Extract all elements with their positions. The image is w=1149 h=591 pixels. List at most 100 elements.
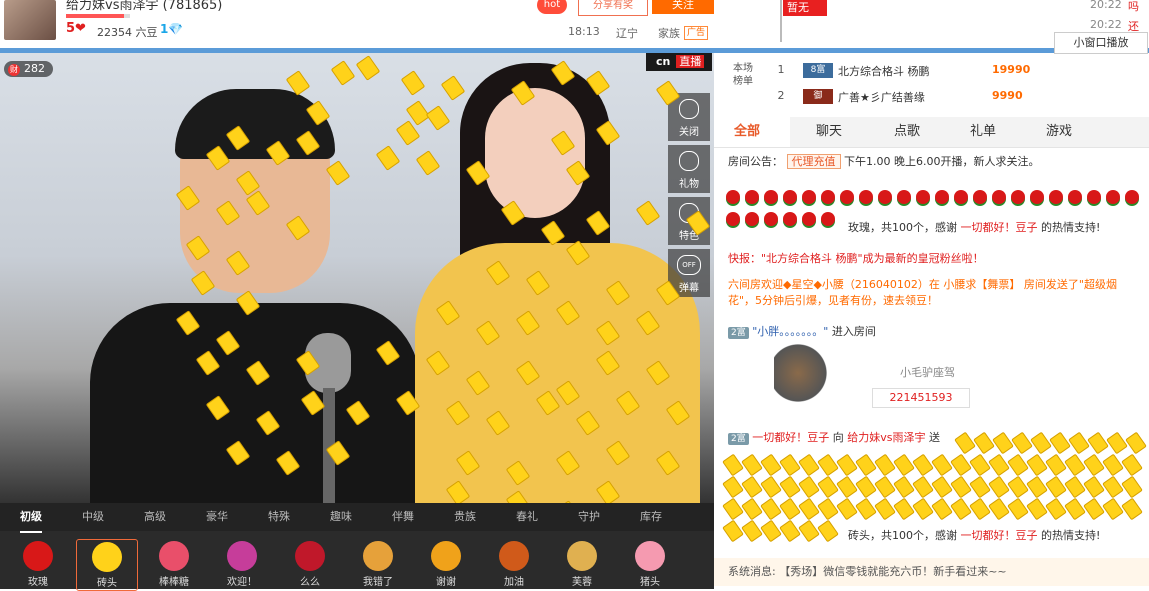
viewer-count: 财 282 [4, 61, 53, 77]
mount-name: 小毛驴座驾 [900, 366, 955, 379]
rose-icon [745, 190, 759, 204]
gift-tab[interactable]: 中级 [82, 503, 104, 531]
gift-tab[interactable]: 豪华 [206, 503, 228, 531]
gift-item[interactable]: 猪头 [620, 539, 680, 589]
tab-chat[interactable]: 聊天 [816, 117, 842, 147]
tab-gift-list[interactable]: 礼单 [970, 117, 996, 147]
message-time: 20:22 [1090, 18, 1122, 31]
gift-bar: 初级 中级 高级 豪华 特殊 趣味 伴舞 贵族 春礼 守护 库存 玫瑰 砖头 棒棒糖 欢迎！ 么么 我错了 谢谢… [0, 503, 714, 591]
gift-tab[interactable]: 伴舞 [392, 503, 414, 531]
brick-icon [1083, 453, 1105, 477]
rank-row[interactable]: 1 8富 北方综合格斗 杨鹏 19990 [770, 61, 1130, 83]
top-bar: 给力妹vs雨泽宇 (781865) 5❤ 22354 六豆 1💎 hot 分享有… [0, 0, 1149, 49]
gift-item[interactable]: 我错了 [348, 539, 408, 589]
mini-window-button[interactable]: 小窗口播放 [1054, 32, 1148, 54]
gift-tab[interactable]: 高级 [144, 503, 166, 531]
brick-icon [1026, 453, 1048, 477]
brick-icon [1064, 475, 1086, 499]
gift-item[interactable]: 欢迎！ [212, 539, 272, 589]
chat-list: 房间公告： 代理充值 下午1.00 晚上6.00开播，新人求关注。 玫瑰，共10… [714, 148, 1149, 589]
gift-tab[interactable]: 贵族 [454, 503, 476, 531]
gift-icon [159, 541, 189, 571]
tab-games[interactable]: 游戏 [1046, 117, 1072, 147]
brick-icon [779, 453, 801, 477]
gift-tab[interactable]: 春礼 [516, 503, 538, 531]
video-player[interactable]: 财 282 cn 直播 关闭 礼物 特色 OFF 弹幕 [0, 53, 714, 503]
gift-label: 芙蓉 [572, 577, 592, 588]
gift-label: 欢迎！ [227, 577, 257, 588]
brick-icon [1064, 497, 1086, 521]
gift-tab[interactable]: 库存 [640, 503, 662, 531]
brick-icon [798, 519, 820, 543]
brick-icon [855, 497, 877, 521]
brick-icon [1045, 497, 1067, 521]
brick-icon [741, 497, 763, 521]
brick-icon [798, 453, 820, 477]
gift-tab[interactable]: 特殊 [268, 503, 290, 531]
gift-icon [295, 541, 325, 571]
video-side-tools: 关闭 礼物 特色 OFF 弹幕 [668, 93, 710, 301]
rose-icon [840, 190, 854, 204]
brick-icon [779, 497, 801, 521]
brick-icon [931, 497, 953, 521]
family-link[interactable]: 家族 [658, 25, 680, 41]
brick-icon [741, 519, 763, 543]
tab-all[interactable]: 全部 [714, 117, 790, 147]
rose-icon [859, 190, 873, 204]
brick-icon [874, 497, 896, 521]
rose-icon [916, 190, 930, 204]
tab-song[interactable]: 点歌 [894, 117, 920, 147]
gift-item[interactable]: 么么 [280, 539, 340, 589]
live-logo: cn 直播 [646, 53, 712, 71]
brick-icon [969, 453, 991, 477]
gift-label: 玫瑰 [28, 577, 48, 588]
right-panel: 小窗口播放 本场榜单 1 8富 北方综合格斗 杨鹏 19990 2 御 广善★彡… [714, 32, 1149, 589]
brick-icon [954, 431, 976, 455]
brick-icon [855, 475, 877, 499]
gift-item[interactable]: 砖头 [76, 539, 138, 591]
rank-user[interactable]: 广善★彡广结善缘 [838, 89, 925, 105]
brick-icon [817, 497, 839, 521]
rank-label[interactable]: 本场榜单 [730, 62, 756, 88]
gift-item[interactable]: 加油 [484, 539, 544, 589]
rank-user[interactable]: 北方综合格斗 杨鹏 [838, 63, 930, 79]
gift-label: 加油 [504, 577, 524, 588]
brick-icon [760, 497, 782, 521]
live-time: 18:13 [568, 25, 600, 38]
rose-icon [764, 212, 778, 226]
location: 辽宁 [616, 27, 638, 40]
follow-button[interactable]: 关注 [652, 0, 714, 14]
brick-icon [779, 519, 801, 543]
gift-item[interactable]: 玫瑰 [8, 539, 68, 589]
gift-label: 谢谢 [436, 577, 456, 588]
ad-badge[interactable]: 广告 [684, 26, 709, 40]
rose-icon [973, 190, 987, 204]
gift-item[interactable]: 棒棒糖 [144, 539, 204, 589]
level-progress-bar [66, 14, 130, 18]
rank-badge: 御 [803, 89, 833, 104]
rose-icon [802, 212, 816, 226]
host-avatar[interactable] [4, 0, 56, 40]
brick-gift-icon [330, 60, 356, 86]
gift-effect-button[interactable]: 礼物 [668, 145, 710, 193]
rose-icon [954, 190, 968, 204]
brick-icon [1007, 497, 1029, 521]
mount-number: 221451593 [872, 388, 970, 408]
gift-tab[interactable]: 守护 [578, 503, 600, 531]
brick-icon [798, 497, 820, 521]
agent-recharge-link[interactable]: 代理充值 [786, 154, 841, 169]
rose-icon [897, 190, 911, 204]
gift-item[interactable]: 芙蓉 [552, 539, 612, 589]
brick-icon [779, 475, 801, 499]
brick-icon [1083, 475, 1105, 499]
rank-row[interactable]: 2 御 广善★彡广结善缘 9990 [770, 87, 1130, 109]
gift-tab[interactable]: 初级 [20, 503, 42, 533]
brick-icon [817, 519, 839, 543]
share-button[interactable]: 分享有奖 [578, 0, 648, 16]
gift-item[interactable]: 谢谢 [416, 539, 476, 589]
brick-icon [836, 475, 858, 499]
hot-badge: hot [537, 0, 567, 14]
brick-icon [1121, 497, 1143, 521]
gift-icon [363, 541, 393, 571]
gift-tab[interactable]: 趣味 [330, 503, 352, 531]
